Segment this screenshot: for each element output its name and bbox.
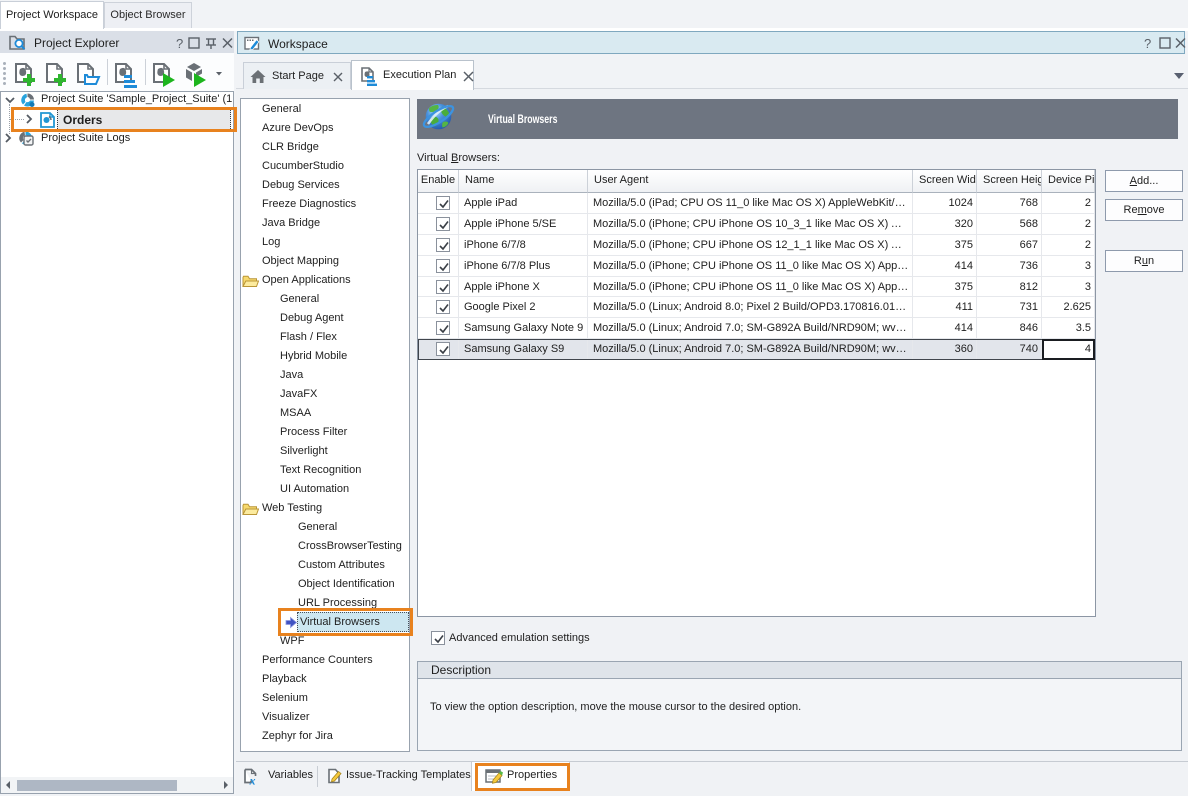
svg-text:x: x	[249, 774, 256, 787]
svg-text:?: ?	[176, 36, 183, 50]
svg-text:?: ?	[1144, 36, 1151, 50]
